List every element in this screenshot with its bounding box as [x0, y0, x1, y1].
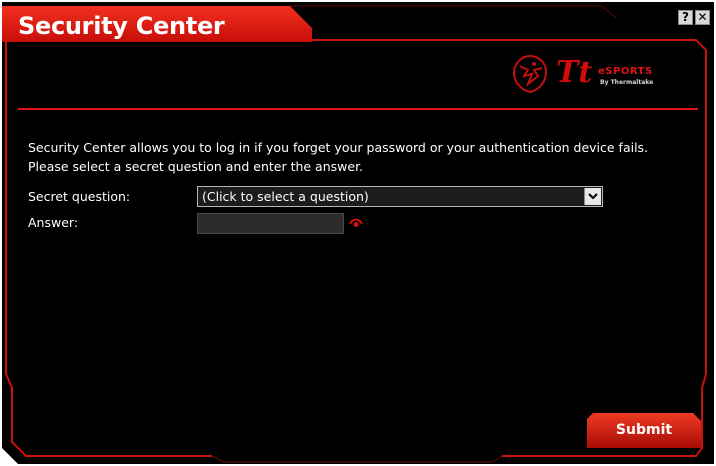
description-line-1: Security Center allows you to log in if … [28, 140, 649, 155]
chevron-down-icon[interactable] [584, 188, 601, 205]
answer-label: Answer: [28, 215, 79, 230]
secret-question-value: (Click to select a question) [202, 189, 369, 204]
secret-question-label: Secret question: [28, 189, 131, 204]
description-line-2: Please select a secret question and ente… [28, 159, 364, 174]
secret-question-select[interactable]: (Click to select a question) [197, 186, 603, 207]
help-icon[interactable]: ? [678, 10, 693, 25]
answer-input[interactable] [197, 213, 344, 234]
submit-label: Submit [615, 422, 673, 438]
submit-button[interactable]: Submit [587, 413, 701, 448]
logo-mark: Tt [556, 55, 593, 90]
tt-esports-logo: Tt eSPORTS By Thermaltake [508, 52, 668, 96]
window-title: Security Center [18, 12, 225, 40]
logo-brand: eSPORTS [598, 66, 653, 77]
eye-icon[interactable] [349, 217, 363, 229]
dragon-logo-icon [512, 54, 548, 94]
security-center-window: Security Center ? ✕ Tt eSPORTS By Therma… [2, 2, 714, 464]
header-separator [18, 108, 698, 110]
logo-byline: By Thermaltake [600, 79, 654, 86]
description: Security Center allows you to log in if … [28, 138, 708, 176]
close-icon[interactable]: ✕ [695, 10, 710, 25]
